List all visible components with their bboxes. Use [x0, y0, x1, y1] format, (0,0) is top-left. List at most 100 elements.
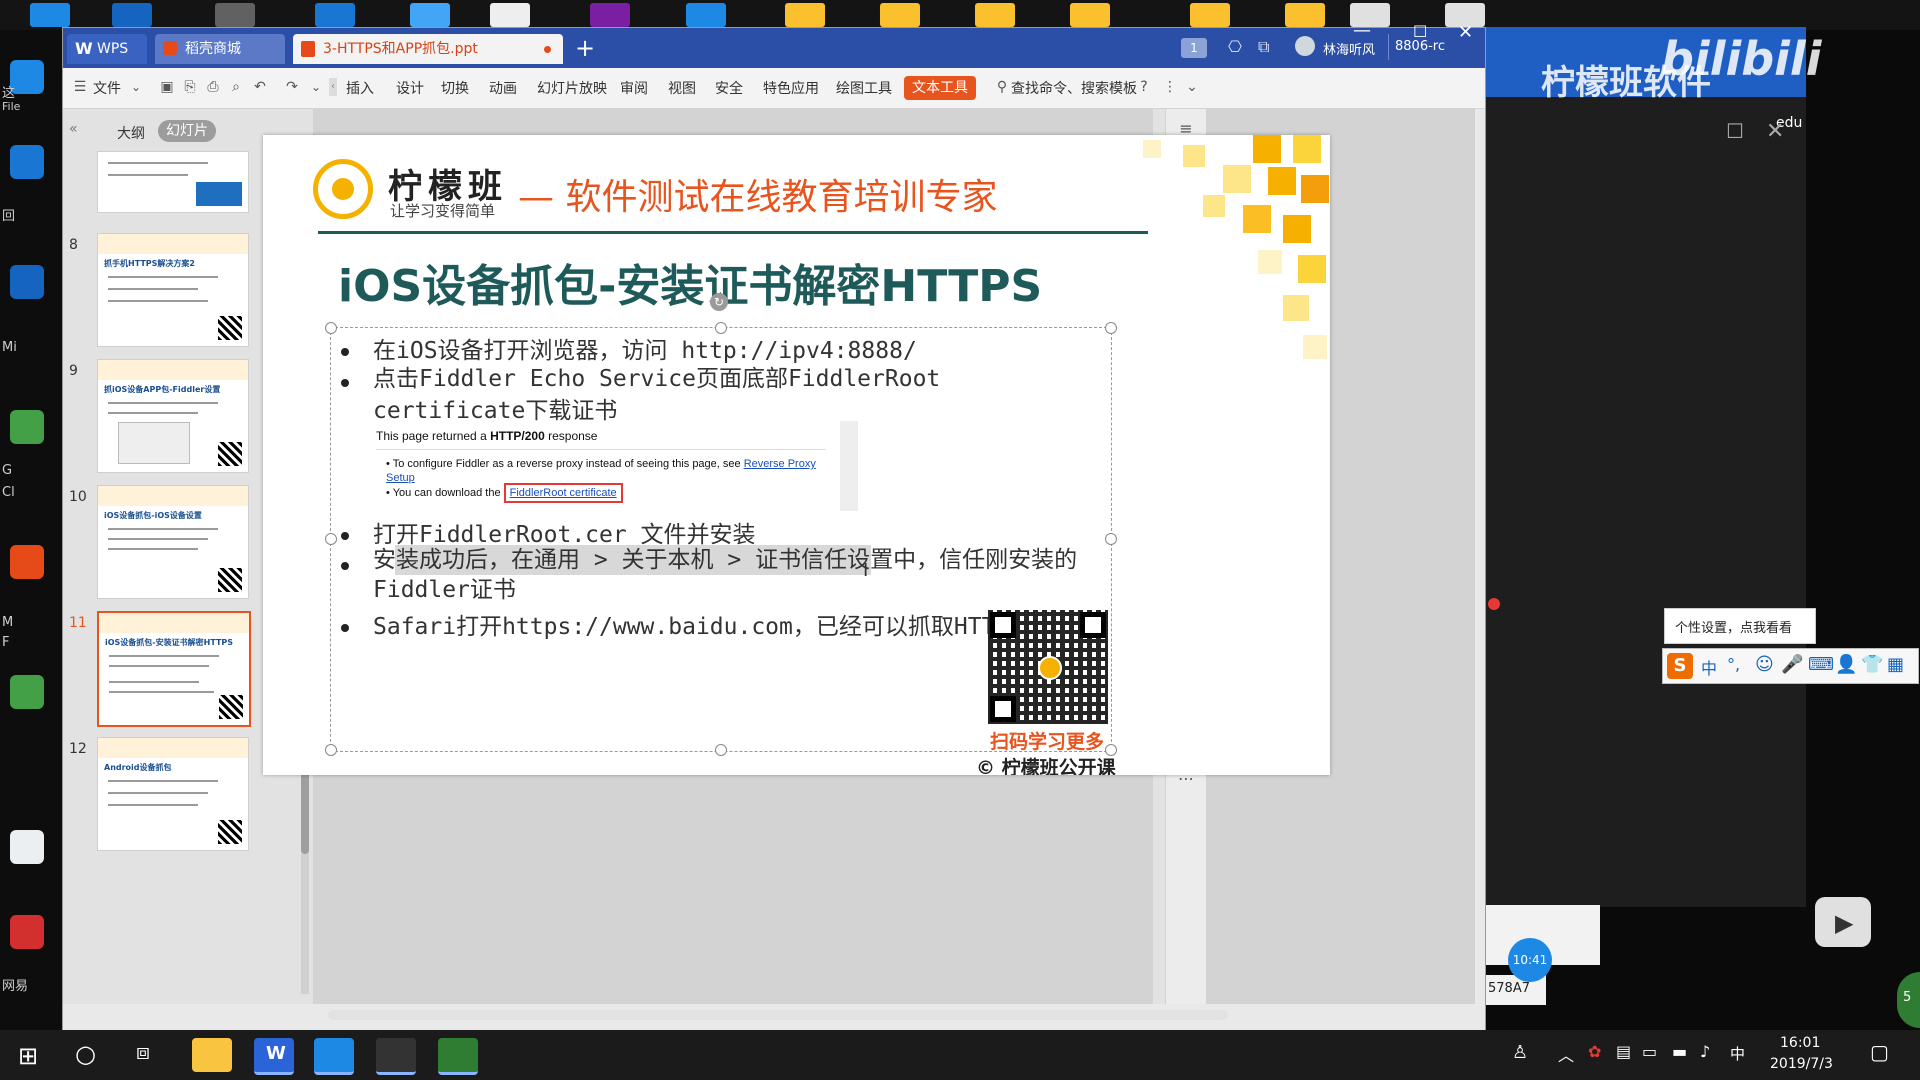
desktop-icon[interactable]: [490, 3, 530, 27]
minimize-icon[interactable]: —: [1353, 20, 1371, 41]
menu-text-tools[interactable]: 文本工具: [904, 76, 976, 100]
desktop-icon[interactable]: [30, 3, 70, 27]
menu-review[interactable]: 审阅: [620, 78, 648, 98]
avatar[interactable]: [1295, 36, 1315, 56]
keyboard-icon[interactable]: ⌨: [1808, 654, 1834, 675]
tab-outline[interactable]: 大纲: [117, 123, 145, 143]
user-icon[interactable]: 👤: [1835, 654, 1857, 675]
more-icon[interactable]: ⋮: [1161, 78, 1179, 96]
export-pdf-icon[interactable]: ⎘: [181, 78, 199, 96]
clock-date[interactable]: 2019/7/3: [1770, 1056, 1833, 1072]
maximize-icon[interactable]: ☐: [1726, 119, 1744, 143]
print-icon[interactable]: ⎙: [204, 78, 222, 96]
desktop-icon[interactable]: [215, 3, 255, 27]
collapse-ribbon-icon[interactable]: ⌄: [1183, 78, 1201, 96]
folder-icon[interactable]: [785, 3, 825, 27]
slide-thumbnail[interactable]: 抓手机HTTPS解决方案2: [97, 233, 249, 347]
rotate-handle-icon[interactable]: ↻: [710, 293, 728, 311]
menu-animation[interactable]: 动画: [489, 78, 517, 98]
folder-icon[interactable]: [975, 3, 1015, 27]
app-icon[interactable]: [438, 1038, 478, 1075]
desktop-icon[interactable]: [112, 3, 152, 27]
skin-icon[interactable]: 👕: [1861, 654, 1883, 675]
side-badge[interactable]: 5: [1897, 972, 1920, 1028]
folder-icon[interactable]: [1190, 3, 1230, 27]
chevron-up-icon[interactable]: ︿: [1558, 1042, 1574, 1066]
redo-icon[interactable]: ↷: [283, 78, 301, 96]
menu-features[interactable]: 特色应用: [763, 78, 819, 98]
bilibili-tv-icon[interactable]: ▶: [1815, 897, 1871, 947]
page-badge[interactable]: 1: [1181, 38, 1207, 58]
slide-thumbnail[interactable]: Android设备抓包: [97, 737, 249, 851]
desktop-icon[interactable]: [10, 60, 44, 94]
desktop-icon[interactable]: [686, 3, 726, 27]
fiddlerroot-certificate-link[interactable]: FiddlerRoot certificate: [503, 483, 623, 503]
wps-taskbar-icon[interactable]: W: [254, 1038, 294, 1075]
folder-icon[interactable]: [1285, 3, 1325, 27]
ime-mode[interactable]: 中: [1701, 655, 1717, 679]
help-icon[interactable]: ?: [1135, 78, 1153, 96]
play-icon[interactable]: ▶: [1835, 909, 1853, 937]
horizontal-scrollbar[interactable]: [328, 1010, 1228, 1020]
file-menu[interactable]: 文件: [93, 78, 121, 98]
share-icon[interactable]: ⧉: [1258, 37, 1269, 57]
battery-icon[interactable]: ▬: [1672, 1042, 1687, 1061]
collapse-panel-icon[interactable]: «: [69, 121, 78, 137]
camera-app-icon[interactable]: [314, 1038, 354, 1075]
microphone-icon[interactable]: 🎤: [1781, 654, 1803, 675]
menu-icon[interactable]: ☰: [71, 78, 89, 96]
desktop-icon[interactable]: [10, 265, 44, 299]
punctuation-icon[interactable]: °,: [1727, 655, 1740, 674]
clock-time[interactable]: 16:01: [1780, 1035, 1820, 1051]
people-icon[interactable]: ♙: [1512, 1042, 1528, 1063]
sogou-icon[interactable]: S: [1667, 653, 1693, 679]
desktop-icon[interactable]: [10, 545, 44, 579]
save-icon[interactable]: ▣: [158, 78, 176, 96]
menu-view[interactable]: 视图: [668, 78, 696, 98]
desktop-icon[interactable]: [10, 915, 44, 949]
close-icon[interactable]: ✕: [1458, 22, 1473, 43]
resize-handle[interactable]: [325, 322, 337, 334]
tab-wps[interactable]: W WPS: [67, 34, 147, 64]
resize-handle[interactable]: [715, 744, 727, 756]
grid-icon[interactable]: ▦: [1887, 654, 1904, 675]
resize-handle[interactable]: [1105, 533, 1117, 545]
volume-icon[interactable]: ♪: [1700, 1042, 1710, 1061]
search-icon[interactable]: ○: [75, 1040, 96, 1068]
customize-icon[interactable]: ⌄: [307, 78, 325, 96]
user-name[interactable]: 林海听风: [1323, 39, 1375, 58]
ime-toolbar[interactable]: S 中 °, ☺ 🎤 ⌨ 👤 👕 ▦: [1662, 648, 1919, 684]
desktop-icon[interactable]: [10, 830, 44, 864]
desktop-icon[interactable]: [10, 675, 44, 709]
tab-store[interactable]: 稻壳商城: [155, 34, 285, 64]
maximize-icon[interactable]: ☐: [1413, 22, 1427, 41]
menu-design[interactable]: 设计: [396, 78, 424, 98]
resize-handle[interactable]: [325, 533, 337, 545]
network-icon[interactable]: ▭: [1642, 1042, 1657, 1061]
slide-thumbnail[interactable]: [97, 151, 249, 213]
folder-icon[interactable]: [1070, 3, 1110, 27]
new-tab-button[interactable]: +: [575, 34, 595, 62]
file-explorer-icon[interactable]: [192, 1038, 232, 1072]
slide-thumbnail-selected[interactable]: iOS设备抓包-安装证书解密HTTPS: [97, 611, 251, 727]
tab-slides[interactable]: 幻灯片: [158, 120, 216, 142]
desktop-icon[interactable]: [410, 3, 450, 27]
menu-drawing-tools[interactable]: 绘图工具: [836, 78, 892, 98]
task-view-icon[interactable]: ⧈: [136, 1040, 150, 1065]
folder-icon[interactable]: [880, 3, 920, 27]
menu-insert[interactable]: 插入: [346, 78, 374, 98]
tab-document[interactable]: 3-HTTPS和APP抓包.ppt: [293, 34, 563, 64]
emoji-icon[interactable]: ☺: [1755, 654, 1774, 675]
menu-slideshow[interactable]: 幻灯片放映: [537, 78, 607, 98]
windows-start-icon[interactable]: ⊞: [18, 1042, 38, 1070]
chevron-down-icon[interactable]: ⌄: [127, 78, 145, 96]
desktop-icon[interactable]: [10, 145, 44, 179]
slide-thumbnail[interactable]: iOS设备抓包-iOS设备设置: [97, 485, 249, 599]
notification-icon[interactable]: ▢: [1870, 1040, 1889, 1064]
menu-transition[interactable]: 切换: [441, 78, 469, 98]
slide-thumbnail[interactable]: 抓iOS设备APP包-Fiddler设置: [97, 359, 249, 473]
print-preview-icon[interactable]: ⌕: [227, 78, 245, 96]
menu-security[interactable]: 安全: [715, 78, 743, 98]
scroll-left-icon[interactable]: ‹: [329, 78, 337, 96]
ime-indicator[interactable]: 中: [1730, 1043, 1745, 1064]
